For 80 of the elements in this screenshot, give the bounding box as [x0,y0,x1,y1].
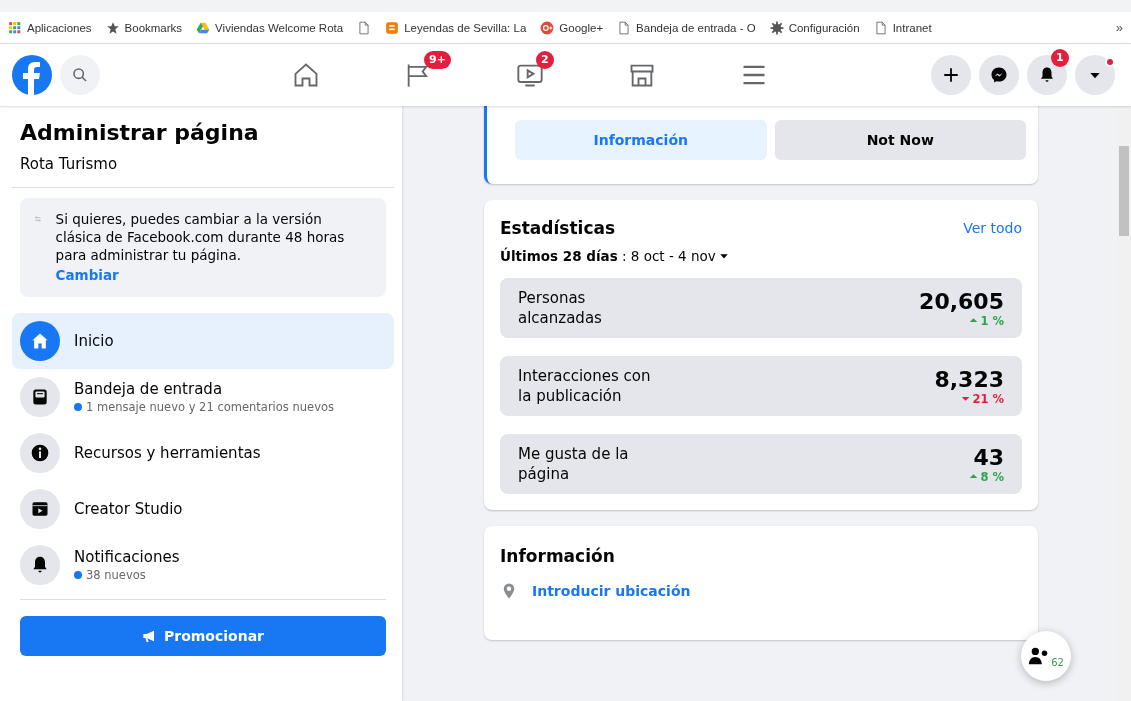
promote-button[interactable]: Promocionar [20,616,386,656]
messenger-icon [990,66,1008,84]
item-label: Bandeja de entrada [74,380,224,398]
sidebar-item[interactable]: Recursos y herramientas [12,425,394,481]
bookmark[interactable]: Intranet [873,20,932,35]
page-name: Rota Turismo [12,145,394,188]
sidebar-item[interactable]: Creator Studio [12,481,394,537]
metric-label: Personas alcanzadas [518,288,603,328]
sidebar-item[interactable]: Bandeja de entrada 1 mensaje nuevo y 21 comentarios nuevos [12,369,394,425]
page-icon [357,20,372,35]
metric-label: Me gusta de la página [518,444,630,484]
metric-tile[interactable]: Interacciones con la publicación 8,323 21 % [500,356,1022,416]
page-icon [617,20,632,35]
location-link[interactable]: Introducir ubicación [532,583,691,599]
nav-tab[interactable]: 9+ [362,49,474,101]
caret-icon [718,251,729,261]
metric-label: Interacciones con la publicación [518,366,652,406]
see-all-link[interactable]: Ver todo [963,220,1022,236]
metric-change: 21 % [961,391,1004,406]
sidebar-item[interactable]: Notificaciones 38 nuevos [12,537,394,593]
bookmark[interactable]: Leyendas de Sevilla: La [385,20,527,35]
notification-count: 9+ [424,51,451,69]
search-icon [72,67,88,83]
notification-count: 1 [1051,49,1069,67]
item-label: Inicio [74,332,114,350]
nav-tab[interactable]: 2 [474,49,586,101]
item-label: Creator Studio [74,500,183,518]
bell-icon [1038,66,1056,84]
item-subtitle: 1 mensaje nuevo y 21 comentarios nuevos [74,400,334,414]
prompt-button[interactable]: Información [515,120,767,160]
info-icon [30,443,50,463]
apps-icon [8,20,22,35]
clapper-icon [30,499,50,519]
logo-icon[interactable] [12,55,52,95]
notice-text: Si quieres, puedes cambiar a la versión clásica de Facebook.com durante 48 horas para administrar tu página. [55,210,346,264]
inbox-icon [30,387,50,407]
metric-value: 43 [973,444,1004,470]
page-title: Administrar página [19,120,260,145]
plus-icon [942,66,960,84]
scrollbar[interactable] [1117,106,1131,701]
bookmark[interactable]: Bookmarks [105,20,183,35]
period-selector[interactable]: Últimos 28 días : 8 oct - 4 nov [500,248,1022,264]
metric-tile[interactable]: Personas alcanzadas 20,605 1 % [500,278,1022,338]
item-label: Recursos y herramientas [74,444,261,462]
item-subtitle: 38 nuevos [74,568,180,582]
header-action-button[interactable] [931,55,971,95]
page-icon [873,20,888,35]
down-arrow-icon [961,394,971,403]
metric-change: 1 % [969,313,1004,328]
metric-tile[interactable]: Me gusta de la página 43 8 % [500,434,1022,494]
header-action-button[interactable] [1027,55,1067,95]
prompt-button[interactable]: Not Now [774,120,1026,160]
header-action-button[interactable] [979,55,1019,95]
item-label: Notificaciones [74,548,180,566]
bookmark[interactable]: Bandeja de entrada - O [617,20,756,35]
switch-link[interactable]: Cambiar [55,267,370,283]
star-icon [105,20,120,35]
sidebar-item[interactable]: Inicio [12,313,394,369]
home-icon [292,61,320,89]
card-title: Estadísticas [500,218,616,238]
settings-icon [769,20,784,35]
up-arrow-icon [969,472,979,481]
online-count: 62 [1051,656,1064,668]
metric-change: 8 % [969,469,1004,484]
bookmark[interactable]: Viviendas Welcome Rota [196,20,344,35]
search-button[interactable] [60,55,100,95]
bookmark[interactable] [357,20,372,35]
metric-value: 20,605 [919,288,1004,314]
metric-value: 8,323 [934,366,1004,392]
home-icon [30,331,50,351]
card-title: Información [500,546,615,566]
blogger-icon [385,20,400,35]
drive-icon [196,20,211,35]
gplus-icon [540,20,555,35]
bookmark[interactable]: Google+ [540,20,604,35]
bookmark[interactable]: Configuración [769,20,860,35]
notification-count: 2 [536,51,554,69]
up-arrow-icon [969,316,979,325]
more-bookmarks[interactable]: » [1115,20,1123,35]
bookmark[interactable]: Aplicaciones [8,20,92,35]
